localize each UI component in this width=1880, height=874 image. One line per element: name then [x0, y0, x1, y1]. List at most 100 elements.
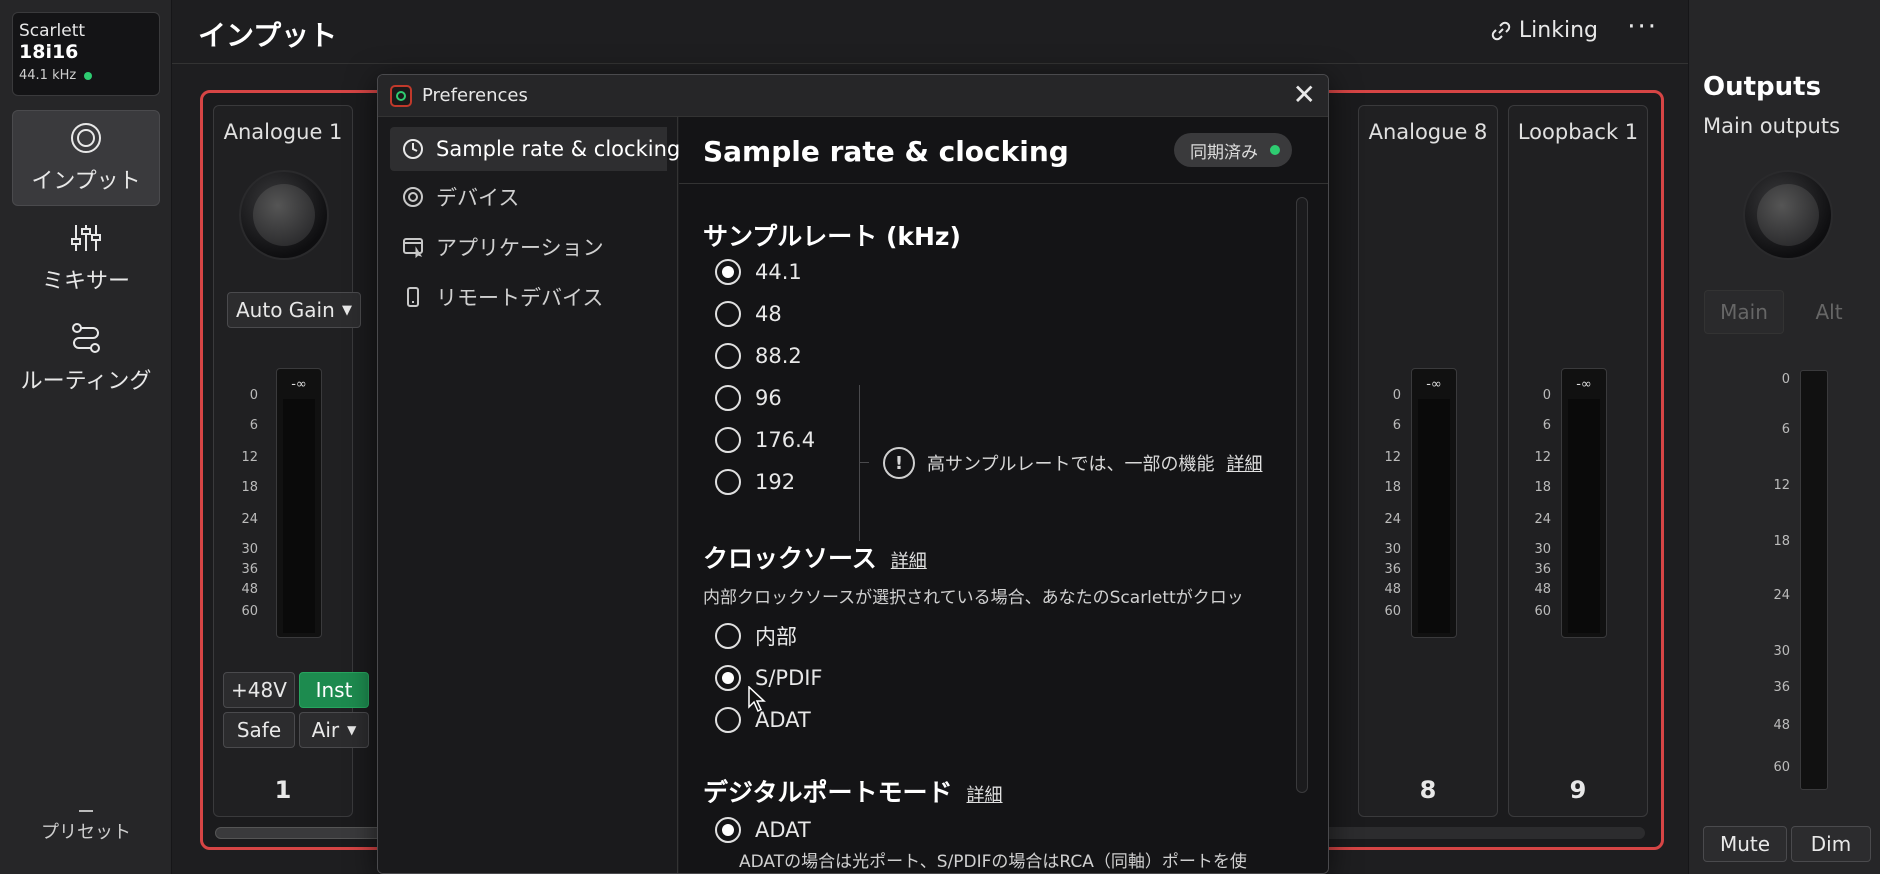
meter-scale: 0 6 12 18 24 30 36 48 60: [1377, 388, 1401, 624]
clock-source-option[interactable]: 内部: [715, 621, 797, 651]
sample-rate-heading: サンプルレート (kHz): [703, 217, 961, 253]
digital-port-description: ADATの場合は光ポート、S/PDIFの場合はRCA（同軸）ポートを使: [739, 852, 1247, 872]
sample-rate-option[interactable]: 88.2: [715, 341, 802, 371]
preferences-dialog: Preferences ✕ Sample rate & clocking デバイ…: [377, 74, 1329, 874]
radio-label: ADAT: [755, 818, 811, 842]
channel-number: 1: [274, 776, 292, 804]
content-title: Sample rate & clocking: [703, 135, 1069, 168]
sample-rate-option[interactable]: 192: [715, 467, 795, 497]
radio-selected-icon: [715, 259, 741, 285]
mute-button[interactable]: Mute: [1703, 826, 1787, 862]
channel-strip: Loopback 1 0 6 12 18 24 30 36 48 60 -∞ 9: [1508, 105, 1648, 817]
scale-label: 0: [249, 388, 258, 403]
digital-port-mode-heading: デジタルポートモード 詳細: [703, 773, 1003, 809]
device-sample-rate: 44.1 kHz: [19, 68, 77, 83]
sidebar-item-device[interactable]: デバイス: [390, 175, 667, 219]
output-meter-scale: 0 6 12 18 24 30 36 48 60: [1740, 372, 1790, 775]
sync-status-badge: 同期済み: [1174, 133, 1292, 167]
peak-readout: -∞: [1426, 377, 1442, 392]
close-icon[interactable]: ✕: [1293, 81, 1316, 109]
peak-readout: -∞: [291, 377, 307, 392]
scale-label: 0: [1781, 372, 1790, 387]
peak-readout: -∞: [1576, 377, 1592, 392]
preferences-content: Sample rate & clocking 同期済み サンプルレート (kHz…: [679, 117, 1328, 873]
sample-rate-option[interactable]: 48: [715, 299, 782, 329]
sample-rate-option[interactable]: 44.1: [715, 257, 802, 287]
nav-item-label: インプット: [31, 169, 141, 194]
meter-scale: 0 6 12 18 24 30 36 48 60: [1527, 388, 1551, 624]
channel-name: Analogue 1: [223, 120, 343, 144]
scale-label: 48: [1773, 718, 1790, 733]
phantom-48v-button[interactable]: +48V: [223, 672, 295, 708]
level-meter: -∞: [1561, 368, 1607, 638]
scale-label: 18: [241, 480, 258, 495]
clock-source-option[interactable]: S/PDIF: [715, 663, 823, 693]
mixer-sliders-icon: [71, 225, 101, 251]
scale-label: 36: [1534, 562, 1551, 577]
main-toggle[interactable]: Main: [1704, 290, 1784, 334]
linking-label: Linking: [1518, 18, 1598, 43]
sample-rate-option[interactable]: 176.4: [715, 425, 815, 455]
status-dot-icon: [84, 72, 93, 80]
section-heading-label: クロックソース: [703, 544, 877, 573]
sample-rate-option[interactable]: 96: [715, 383, 782, 413]
mouse-pointer-icon: [748, 686, 766, 712]
vertical-scrollbar[interactable]: [1296, 197, 1308, 793]
linking-button[interactable]: Linking: [1491, 18, 1598, 43]
scale-label: 30: [1773, 644, 1790, 659]
gain-knob[interactable]: [239, 170, 329, 260]
air-value: Air: [311, 718, 340, 742]
scale-label: 30: [241, 542, 258, 557]
radio-selected-icon: [715, 817, 741, 843]
alt-toggle[interactable]: Alt: [1789, 290, 1869, 334]
scale-label: 30: [1384, 542, 1401, 557]
scale-label: 60: [241, 604, 258, 619]
device-model: 18i16: [19, 41, 79, 63]
radio-label: 96: [755, 386, 782, 410]
scale-label: 48: [241, 582, 258, 597]
application-window-icon: [403, 238, 423, 258]
more-options-icon[interactable]: ···: [1627, 12, 1658, 42]
nav-item-input[interactable]: インプット: [12, 110, 160, 206]
scale-label: 24: [241, 512, 258, 527]
divider: [679, 183, 1328, 184]
nav-item-preset[interactable]: プリセット: [12, 800, 160, 860]
scale-label: 12: [1773, 478, 1790, 493]
scale-label: 12: [241, 450, 258, 465]
dim-button[interactable]: Dim: [1791, 826, 1871, 862]
divider: [859, 385, 860, 541]
scale-label: 18: [1773, 534, 1790, 549]
channel-number: 8: [1419, 776, 1437, 804]
page-title: インプット: [198, 19, 338, 52]
sidebar-item-application[interactable]: アプリケーション: [390, 225, 667, 269]
info-text: 高サンプルレートでは、一部の機能: [927, 454, 1215, 475]
app-logo-icon: [390, 85, 412, 107]
channel-strip: Analogue 8 0 6 12 18 24 30 36 48 60 -∞ 8: [1358, 105, 1498, 817]
clock-source-description: 内部クロックソースが選択されている場合、あなたのScarlettがクロッ: [703, 588, 1244, 608]
scale-label: 6: [249, 418, 258, 433]
radio-selected-icon: [715, 665, 741, 691]
sidebar-item-remote-device[interactable]: リモートデバイス: [390, 275, 667, 319]
inst-button[interactable]: Inst: [299, 672, 369, 708]
radio-icon: [715, 343, 741, 369]
device-card[interactable]: Scarlett 18i16 44.1 kHz: [12, 12, 160, 96]
gain-mode-select[interactable]: Auto Gain ▼: [227, 292, 361, 328]
radio-icon: [715, 707, 741, 733]
nav-item-label: ミキサー: [41, 269, 130, 294]
radio-label: 内部: [755, 625, 797, 649]
nav-item-mixer[interactable]: ミキサー: [12, 210, 160, 306]
channel-strip: Analogue 1 Auto Gain ▼ 0 6 12 18 24 30 3…: [213, 105, 369, 817]
air-select[interactable]: Air ▼: [299, 712, 369, 748]
digital-port-details-link[interactable]: 詳細: [967, 781, 1003, 807]
info-details-link[interactable]: 詳細: [1226, 450, 1262, 476]
safe-button[interactable]: Safe: [223, 712, 295, 748]
sidebar-item-sample-rate[interactable]: Sample rate & clocking: [390, 127, 680, 171]
sidebar-item-label: デバイス: [436, 186, 520, 210]
scale-label: 36: [1384, 562, 1401, 577]
scale-label: 24: [1384, 512, 1401, 527]
output-level-meter: [1800, 370, 1828, 790]
digital-port-option[interactable]: ADAT: [715, 815, 811, 845]
nav-item-routing[interactable]: ルーティング: [12, 310, 160, 406]
main-output-knob[interactable]: [1743, 170, 1833, 260]
clock-source-details-link[interactable]: 詳細: [891, 547, 927, 573]
